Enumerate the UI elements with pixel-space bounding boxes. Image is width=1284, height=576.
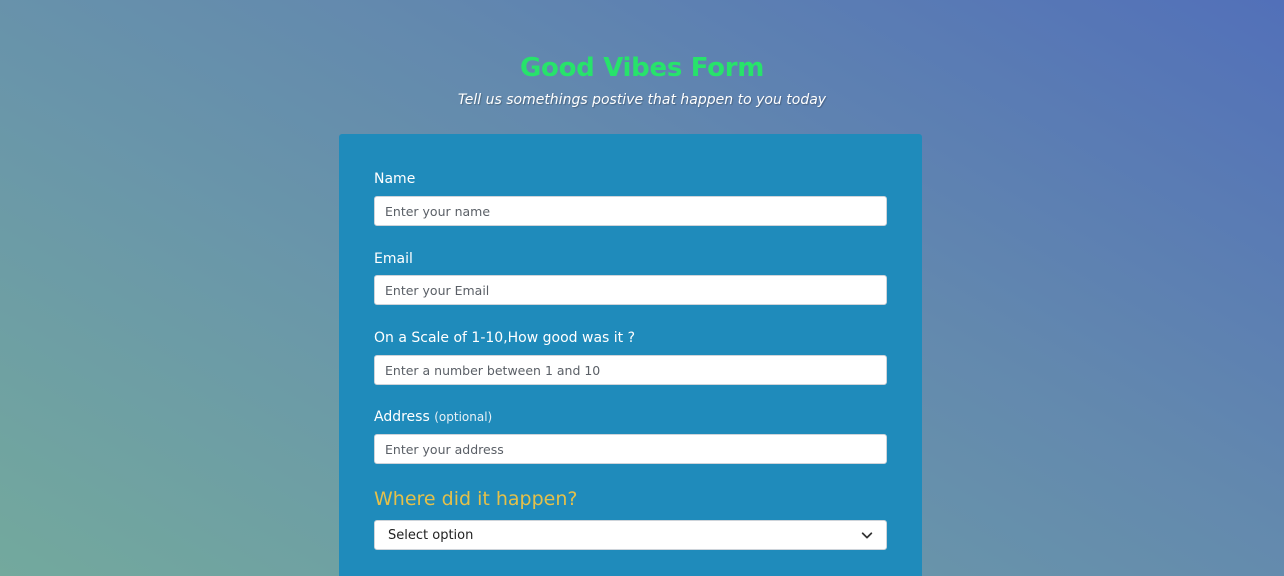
address-input[interactable]: [374, 434, 887, 464]
good-vibes-form: Name Email On a Scale of 1-10,How good w…: [339, 134, 922, 576]
scale-input[interactable]: [374, 355, 887, 385]
address-label: Address (optional): [374, 407, 492, 427]
page-title: Good Vibes Form: [519, 53, 765, 83]
email-label: Email: [374, 251, 413, 267]
location-select-value: Select option: [388, 527, 474, 543]
location-question: Where did it happen?: [374, 488, 578, 510]
email-input[interactable]: [374, 275, 887, 305]
location-select[interactable]: Select option: [374, 520, 887, 550]
scale-label: On a Scale of 1-10,How good was it ?: [374, 330, 636, 346]
optional-note: (optional): [434, 410, 493, 424]
page-subtitle: Tell us somethings postive that happen t…: [457, 92, 827, 108]
chevron-down-icon: [861, 532, 873, 539]
address-label-text: Address: [374, 409, 430, 425]
name-input[interactable]: [374, 196, 887, 226]
page-header: Good Vibes Form Tell us somethings posti…: [0, 48, 1284, 110]
name-label: Name: [374, 171, 416, 187]
